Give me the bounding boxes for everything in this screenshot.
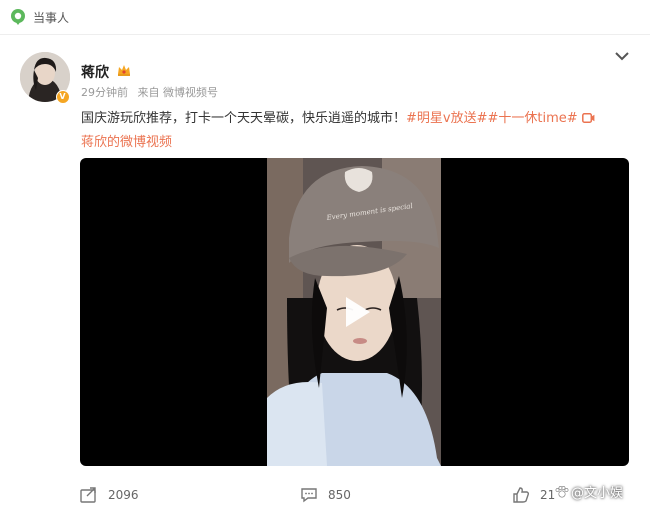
post-time[interactable]: 29分钟前	[81, 86, 128, 99]
video-player[interactable]: Every moment is special	[80, 158, 629, 466]
repost-count: 2096	[108, 488, 139, 502]
watermark: @文小娱	[555, 482, 623, 501]
crown-icon	[118, 65, 130, 76]
post-text: 国庆游玩欣推荐，打卡一个天天晕碳，快乐逍遥的城市！#明星v放送##十一休time…	[81, 107, 626, 155]
header-label: 当事人	[33, 11, 70, 25]
top-bar: 当事人	[0, 0, 650, 34]
hashtag-link[interactable]: #十一休time#	[488, 111, 578, 126]
watermark-text: @文小娱	[571, 486, 624, 501]
video-link[interactable]: 蒋欣的微博视频	[81, 135, 172, 150]
video-link-icon	[581, 113, 595, 123]
post-source: 来自 微博视频号	[137, 86, 219, 99]
divider	[0, 34, 650, 35]
post-meta: 29分钟前 来自 微博视频号	[81, 84, 224, 100]
comment-count: 850	[328, 488, 351, 502]
post-body: 国庆游玩欣推荐，打卡一个天天晕碳，快乐逍遥的城市！	[81, 111, 407, 126]
comment-icon	[301, 488, 317, 503]
hashtag-link[interactable]: #明星v放送#	[406, 111, 487, 126]
like-count: 21	[540, 488, 556, 502]
repost-icon	[80, 487, 96, 503]
chevron-down-icon[interactable]	[614, 50, 630, 62]
location-pin-icon	[11, 9, 25, 25]
paw-icon	[555, 486, 569, 498]
verified-badge-icon: V	[56, 90, 70, 104]
repost-button[interactable]: 2096	[80, 484, 160, 506]
play-icon[interactable]	[336, 292, 376, 332]
comment-button[interactable]: 850	[300, 484, 380, 506]
username[interactable]: 蒋欣	[81, 62, 109, 82]
action-bar: 2096 850 21	[0, 478, 650, 512]
thumbs-up-icon	[513, 487, 530, 503]
